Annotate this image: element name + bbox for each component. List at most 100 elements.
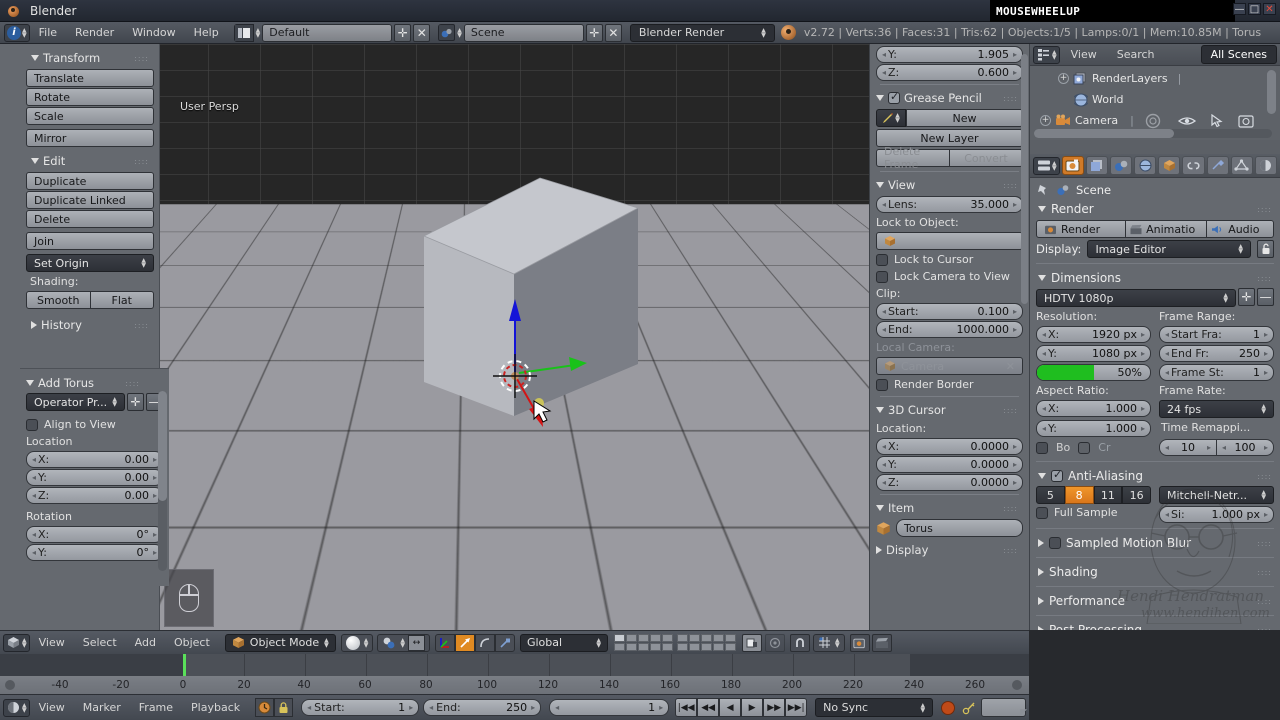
- menu-window[interactable]: Window: [123, 24, 184, 41]
- viewport-menu-select[interactable]: Select: [74, 634, 126, 651]
- arrow-right-icon[interactable]: ▸: [1013, 200, 1017, 209]
- viewport-editor-type-selector[interactable]: ▲ ▼: [3, 633, 30, 652]
- layer-cell[interactable]: [724, 634, 736, 642]
- operator-panel-header[interactable]: Add Torus ::::: [26, 373, 163, 393]
- location-y-field[interactable]: ◂ Y: 0.00 ▸: [26, 469, 163, 486]
- arrow-left-icon[interactable]: ◂: [1165, 368, 1169, 377]
- resolution-x-field[interactable]: ◂ X: 1920 px ▸: [1036, 326, 1151, 343]
- delete-scene-button[interactable]: ✕: [604, 23, 622, 42]
- location-z-field[interactable]: ◂ Z: 0.00 ▸: [26, 487, 163, 504]
- lock-to-object-field[interactable]: [876, 232, 1023, 250]
- arrow-right-icon[interactable]: ▸: [1013, 307, 1017, 316]
- border-crop-row[interactable]: Bo Cr: [1036, 438, 1151, 457]
- arrow-right-icon[interactable]: ▸: [153, 455, 157, 464]
- arrow-left-icon[interactable]: ◂: [882, 307, 886, 316]
- editor-type-selector[interactable]: i ▲ ▼: [4, 23, 30, 42]
- render-engine-selector[interactable]: Blender Render ▲ ▼: [629, 23, 775, 42]
- outliner-display-mode[interactable]: All Scenes: [1200, 45, 1277, 64]
- scale-button[interactable]: Scale: [26, 107, 154, 125]
- lock-time-icon[interactable]: [274, 698, 294, 717]
- interaction-mode-dropdown[interactable]: Object Mode ▲ ▼: [224, 633, 336, 652]
- tab-constraints[interactable]: [1182, 156, 1205, 175]
- checkbox-icon[interactable]: [1051, 468, 1063, 482]
- pivot-point-selector[interactable]: ▲ ▼ ↔: [377, 633, 430, 652]
- arrow-left-icon[interactable]: ◂: [307, 703, 311, 712]
- play-reverse-icon[interactable]: ◀: [719, 698, 742, 717]
- section-anti-aliasing-header[interactable]: Anti-Aliasing ::::: [1036, 466, 1274, 486]
- lock-to-cursor-row[interactable]: Lock to Cursor: [876, 251, 1023, 268]
- layer-cell[interactable]: [637, 643, 649, 651]
- current-frame-field[interactable]: ◂ 1 ▸: [549, 699, 670, 716]
- dimensions-preset-row[interactable]: HDTV 1080p ▲ ▼ ✛ —: [1036, 288, 1274, 308]
- jump-to-end-icon[interactable]: ▶▶|: [785, 698, 808, 717]
- outliner-tree[interactable]: + RenderLayers | World + Camera |: [1030, 66, 1280, 140]
- add-preset-button[interactable]: ✛: [127, 393, 144, 411]
- arrow-right-icon[interactable]: ▸: [1207, 443, 1211, 452]
- timeline-menu-playback[interactable]: Playback: [182, 699, 249, 716]
- display-mode-dropdown[interactable]: Image Editor ▲ ▼: [1087, 240, 1251, 258]
- layer-cell[interactable]: [688, 634, 700, 642]
- window-controls[interactable]: — □ ✕: [1233, 3, 1276, 15]
- section-edit-header[interactable]: Edit ::::: [26, 151, 154, 171]
- timeline-scroll-handle-right[interactable]: [1012, 680, 1022, 690]
- timeline-playhead[interactable]: [183, 654, 186, 676]
- tab-render-layers[interactable]: [1085, 156, 1108, 175]
- section-history-header[interactable]: History ::::: [26, 315, 154, 335]
- outliner-row-world[interactable]: World: [1036, 89, 1280, 110]
- outliner-menu-search[interactable]: Search: [1108, 46, 1164, 63]
- translate-button[interactable]: Translate: [26, 69, 154, 87]
- arrow-left-icon[interactable]: ◂: [1042, 424, 1046, 433]
- layer-cell[interactable]: [637, 634, 649, 642]
- layer-cell[interactable]: [700, 643, 712, 651]
- arrow-right-icon[interactable]: ▸: [153, 548, 157, 557]
- arrow-right-icon[interactable]: ▸: [153, 530, 157, 539]
- arrow-right-icon[interactable]: ▸: [1264, 443, 1268, 452]
- playback-transport[interactable]: |◀◀ ◀◀ ◀ ▶ ▶▶ ▶▶|: [675, 698, 808, 717]
- section-item-header[interactable]: Item ::::: [876, 498, 1023, 518]
- close-icon[interactable]: ✕: [1006, 360, 1015, 373]
- arrow-left-icon[interactable]: ◂: [1042, 330, 1046, 339]
- item-name-row[interactable]: Torus: [876, 518, 1023, 538]
- clip-start-field[interactable]: ◂ Start: 0.100 ▸: [876, 303, 1023, 320]
- tab-object[interactable]: [1158, 156, 1181, 175]
- render-audio-button[interactable]: Audio: [1207, 220, 1274, 238]
- opengl-render-animation-icon[interactable]: [871, 633, 892, 652]
- previous-keyframe-icon[interactable]: ◀◀: [697, 698, 720, 717]
- arrow-left-icon[interactable]: ◂: [882, 460, 886, 469]
- cursor-x-field[interactable]: ◂ X: 0.0000 ▸: [876, 438, 1023, 455]
- keying-set-icon[interactable]: [959, 698, 978, 717]
- render-animation-button[interactable]: Animatio: [1126, 220, 1208, 238]
- checkbox-icon[interactable]: [876, 270, 888, 283]
- aa-sample-11[interactable]: 11: [1093, 486, 1123, 504]
- minimize-icon[interactable]: —: [1233, 3, 1246, 15]
- timeline-menu-view[interactable]: View: [30, 699, 74, 716]
- item-name-field[interactable]: Torus: [896, 519, 1023, 537]
- layer-cell[interactable]: [649, 634, 661, 642]
- operator-panel-scrollbar[interactable]: [158, 391, 167, 571]
- resolution-preset-dropdown[interactable]: HDTV 1080p ▲ ▼: [1036, 289, 1236, 307]
- layer-cell[interactable]: [625, 643, 637, 651]
- section-transform-header[interactable]: Transform ::::: [26, 48, 154, 68]
- layer-cell[interactable]: [712, 634, 724, 642]
- layer-grid-first[interactable]: [613, 634, 673, 651]
- shade-smooth-button[interactable]: Smooth: [26, 291, 91, 309]
- menu-help[interactable]: Help: [185, 24, 228, 41]
- properties-editor-type-selector[interactable]: ▲ ▼: [1033, 156, 1060, 175]
- render-image-button[interactable]: Render: [1036, 220, 1127, 238]
- remap-old-field[interactable]: ◂ 10 ▸: [1159, 439, 1217, 456]
- layer-cell[interactable]: [712, 643, 724, 651]
- menu-file[interactable]: File: [30, 24, 66, 41]
- cursor-z-field[interactable]: ◂ Z: 0.0000 ▸: [876, 474, 1023, 491]
- arrow-left-icon[interactable]: ◂: [882, 325, 886, 334]
- operator-preset-dropdown[interactable]: Operator Pr... ▲ ▼: [26, 393, 125, 411]
- tab-material[interactable]: [1254, 156, 1278, 175]
- viewport-menu-view[interactable]: View: [30, 634, 74, 651]
- section-sampled-motion-blur-header[interactable]: Sampled Motion Blur ::::: [1036, 533, 1274, 553]
- arrow-right-icon[interactable]: ▸: [153, 473, 157, 482]
- aa-sample-5[interactable]: 5: [1036, 486, 1065, 504]
- layer-cell[interactable]: [676, 643, 688, 651]
- duplicate-linked-button[interactable]: Duplicate Linked: [26, 191, 154, 209]
- layer-grid-second[interactable]: [676, 634, 736, 651]
- transform-orientation-dropdown[interactable]: Global ▲ ▼: [519, 633, 608, 652]
- delete-frame-button[interactable]: Delete Frame: [876, 145, 950, 171]
